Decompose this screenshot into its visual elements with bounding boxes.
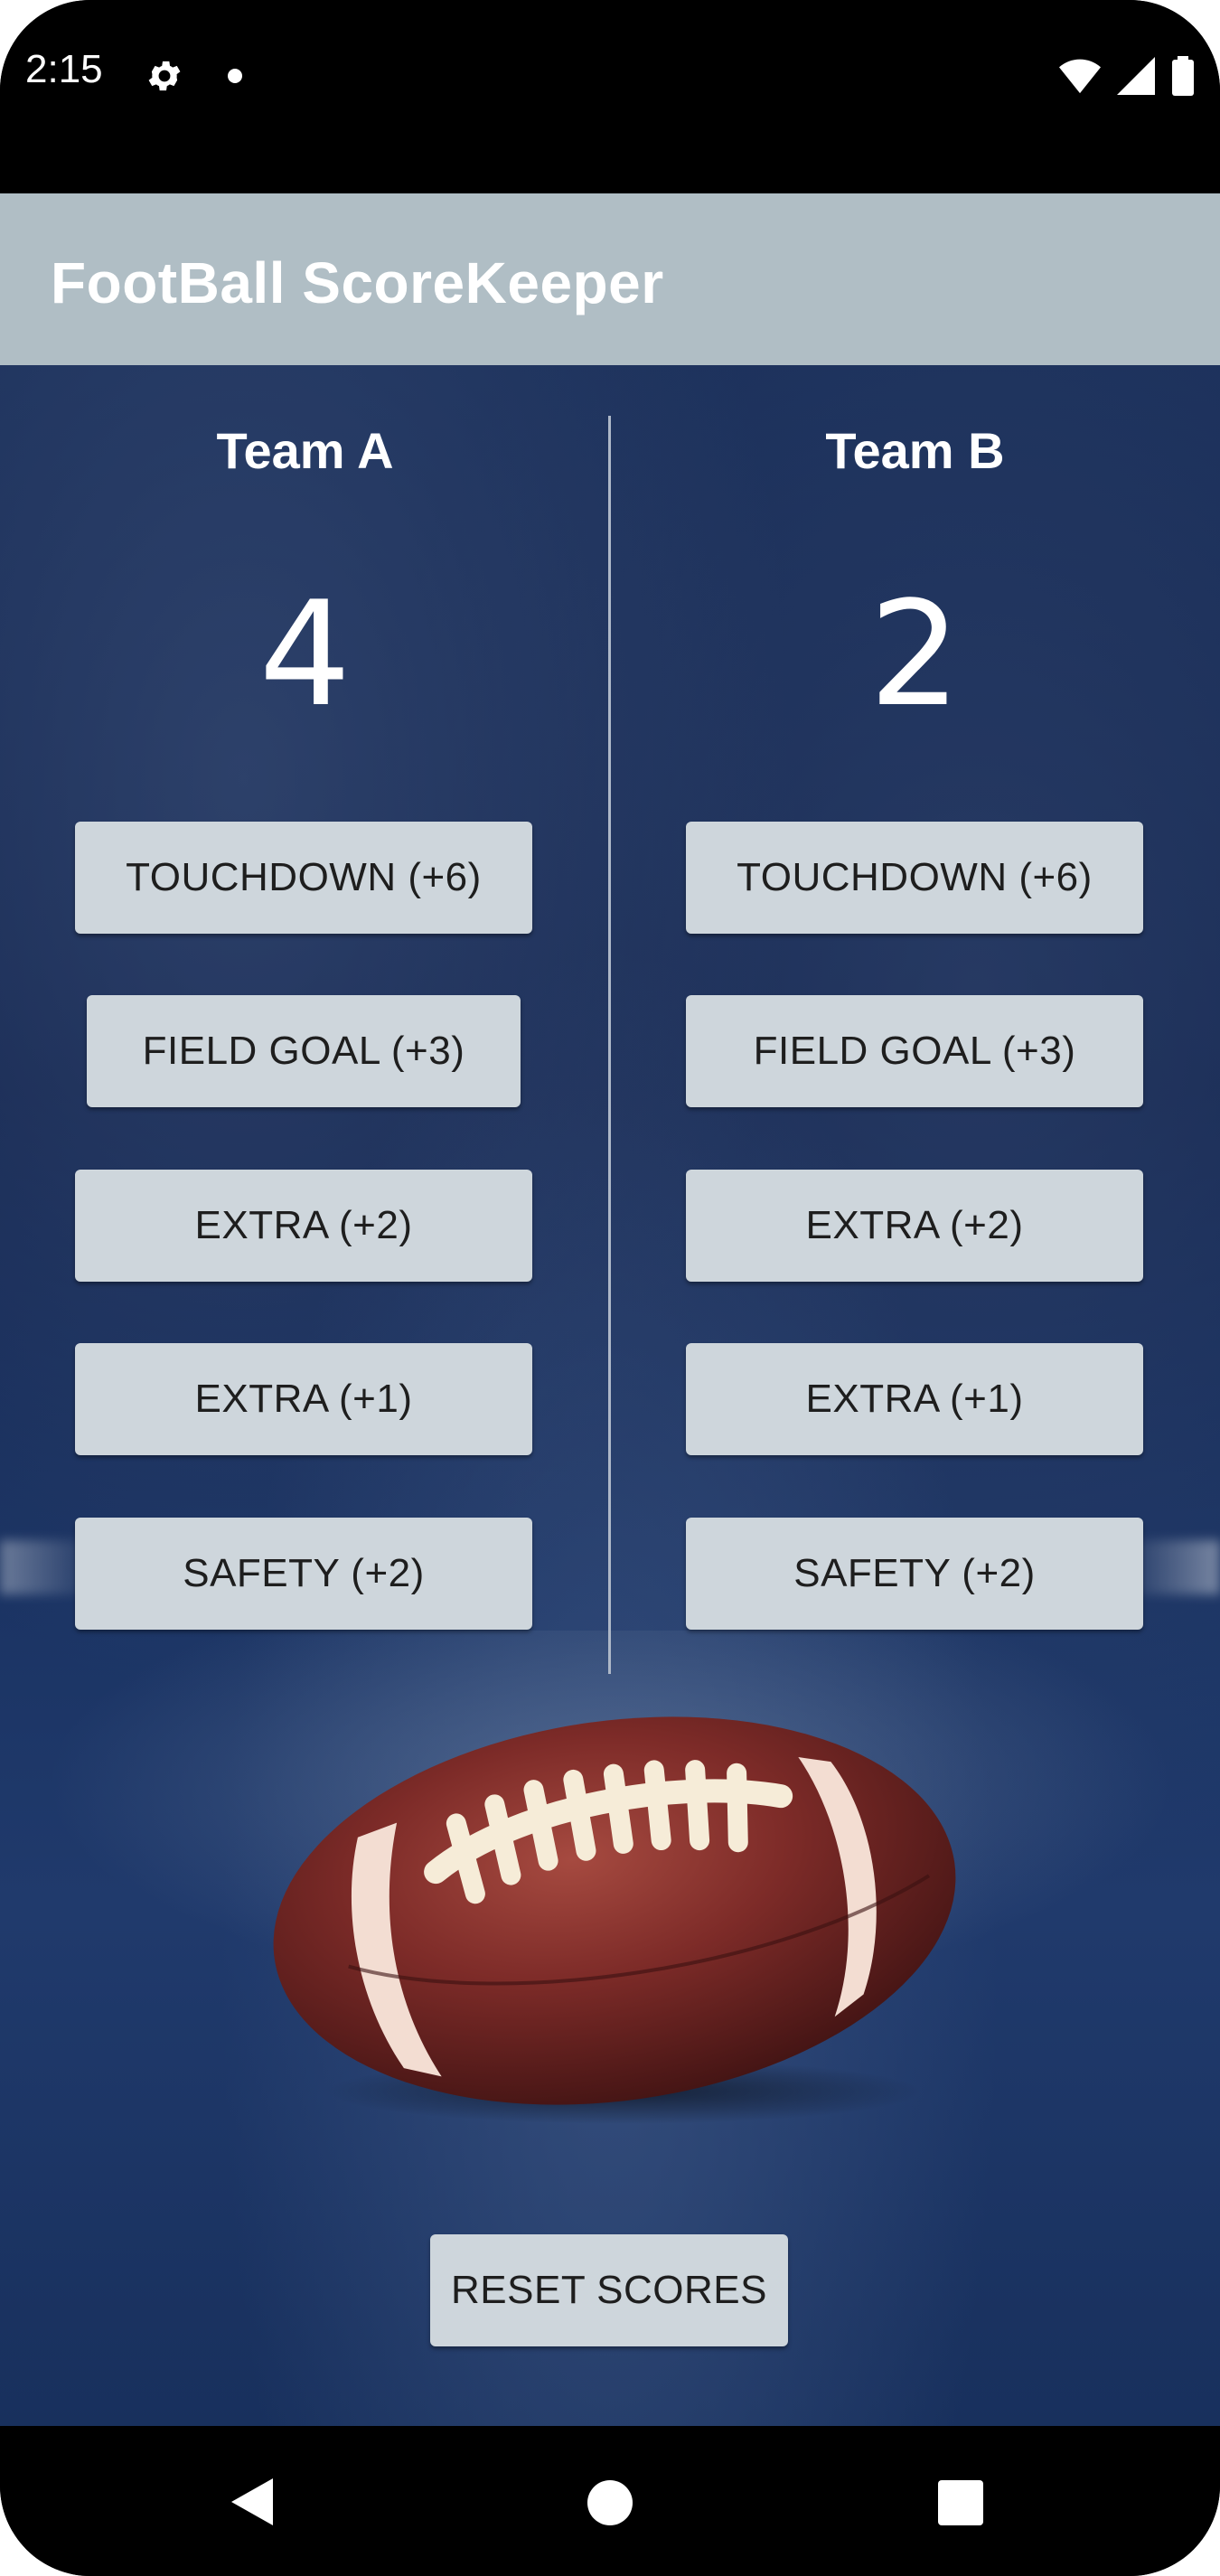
phone-screen: 2:15 FootBall ScoreKeeper Team A 4 TOUCH… [0, 0, 1220, 2576]
settings-gear-icon [148, 61, 181, 91]
team-a-safety-button[interactable]: SAFETY (+2) [75, 1518, 532, 1630]
status-bar: 2:15 [0, 0, 1220, 193]
team-a-extra-one-button[interactable]: EXTRA (+1) [75, 1343, 532, 1455]
status-icons [1059, 56, 1195, 96]
team-a-touchdown-button[interactable]: TOUCHDOWN (+6) [75, 822, 532, 934]
wifi-icon [1059, 59, 1101, 94]
reset-scores-button[interactable]: RESET SCORES [430, 2234, 788, 2346]
team-a-column: Team A 4 TOUCHDOWN (+6) FIELD GOAL (+3) … [0, 365, 610, 1667]
team-a-score: 4 [258, 569, 352, 738]
signal-icon [1117, 57, 1155, 95]
team-b-touchdown-button[interactable]: TOUCHDOWN (+6) [686, 822, 1143, 934]
battery-icon [1172, 56, 1194, 96]
team-b-name: Team B [825, 422, 1005, 479]
navigation-bar [0, 2426, 1220, 2576]
app-title: FootBall ScoreKeeper [51, 250, 664, 315]
home-icon[interactable] [587, 2480, 633, 2525]
team-b-column: Team B 2 TOUCHDOWN (+6) FIELD GOAL (+3) … [610, 365, 1220, 1667]
scoreboard-content: Team A 4 TOUCHDOWN (+6) FIELD GOAL (+3) … [0, 365, 1220, 2426]
team-b-extra-two-button[interactable]: EXTRA (+2) [686, 1170, 1143, 1282]
team-a-extra-two-button[interactable]: EXTRA (+2) [75, 1170, 532, 1282]
football-image [273, 1716, 956, 2124]
notification-dot-icon [228, 69, 242, 83]
team-a-field-goal-button[interactable]: FIELD GOAL (+3) [87, 995, 521, 1107]
team-b-extra-one-button[interactable]: EXTRA (+1) [686, 1343, 1143, 1455]
team-b-field-goal-button[interactable]: FIELD GOAL (+3) [686, 995, 1143, 1107]
status-time: 2:15 [25, 47, 103, 91]
team-b-safety-button[interactable]: SAFETY (+2) [686, 1518, 1143, 1630]
recents-icon[interactable] [938, 2480, 983, 2525]
app-bar: FootBall ScoreKeeper [0, 193, 1220, 365]
team-a-name: Team A [216, 422, 394, 479]
team-b-score: 2 [868, 569, 962, 738]
back-icon[interactable] [231, 2478, 273, 2525]
